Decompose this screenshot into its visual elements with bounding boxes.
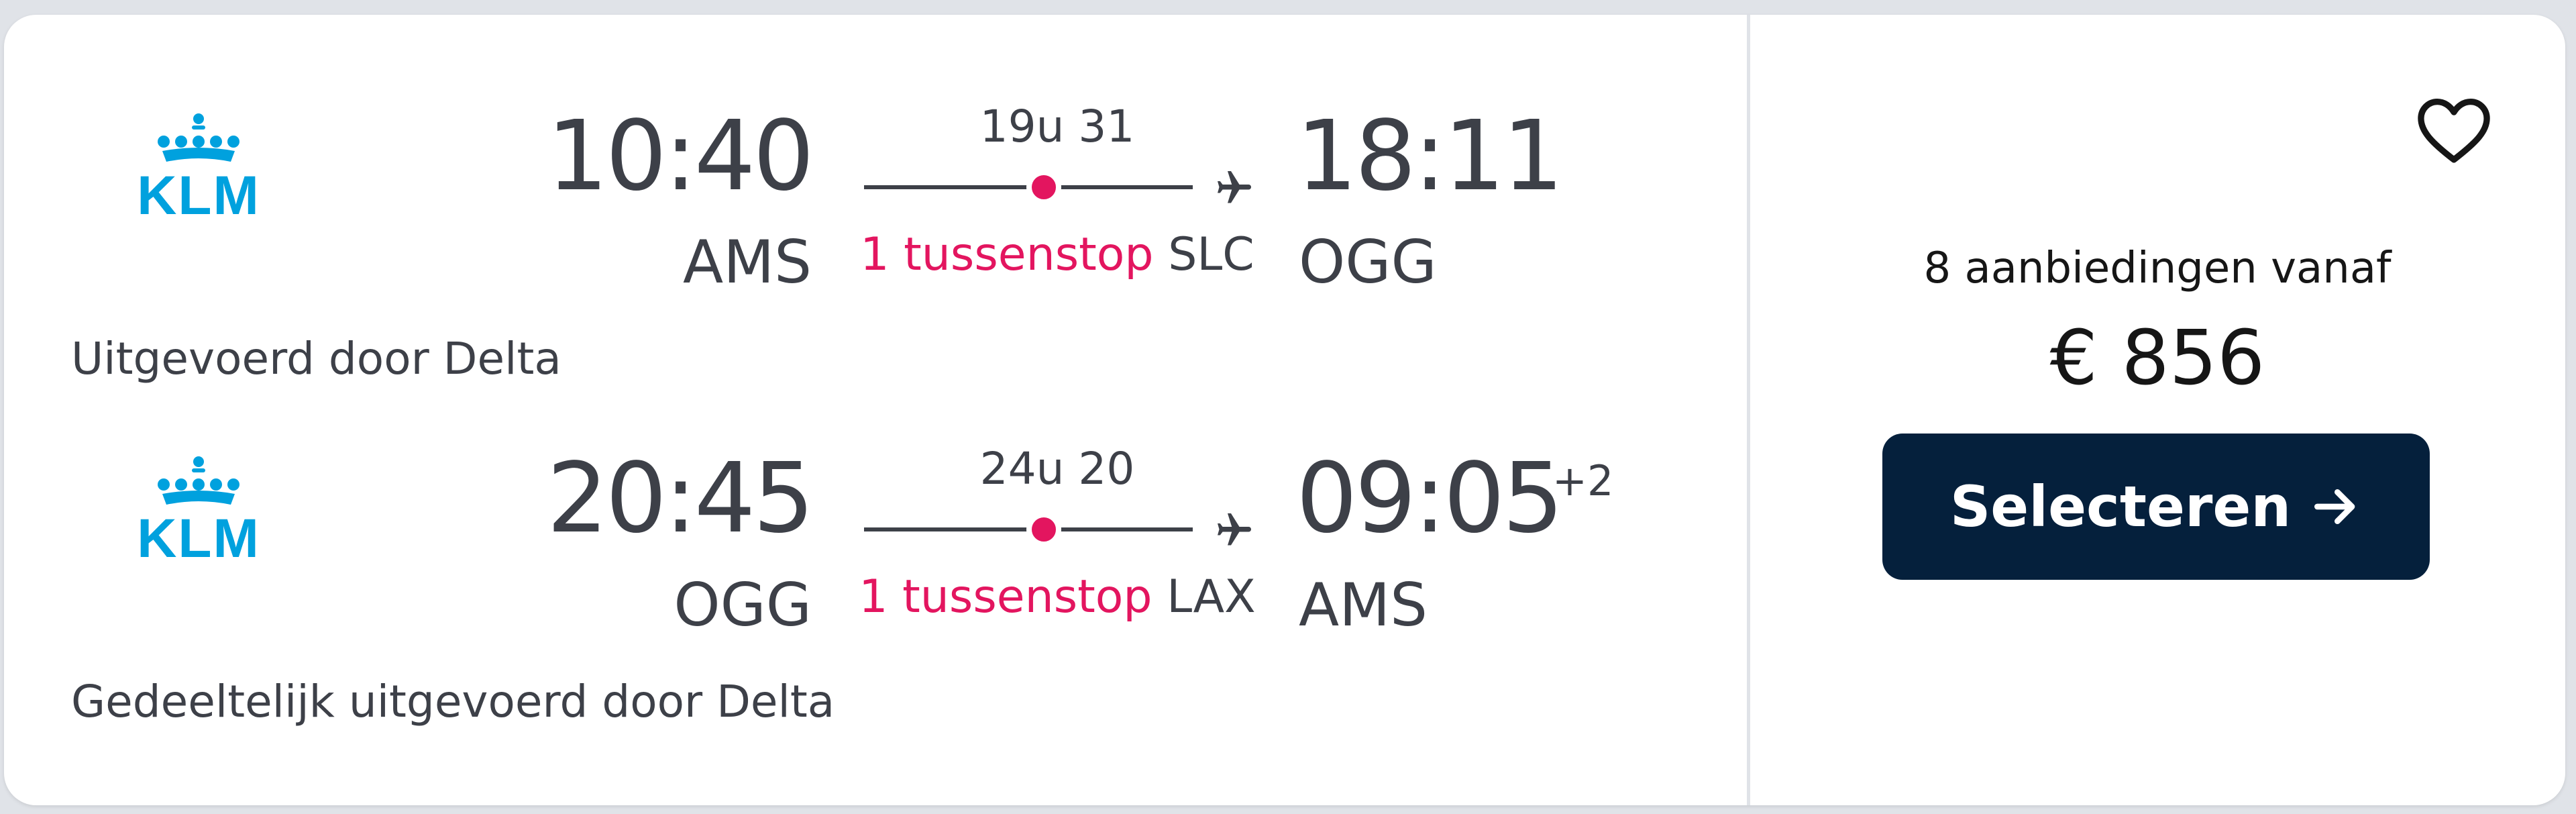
inbound-arrival-airport: AMS bbox=[1299, 570, 1428, 640]
airline-logo-text: KLM bbox=[137, 508, 260, 569]
inbound-stops-info: 1 tussenstop LAX bbox=[856, 574, 1258, 620]
outbound-arrival-time: 18:11 bbox=[1296, 99, 1564, 212]
outbound-stops-info: 1 tussenstop SLC bbox=[856, 232, 1258, 278]
select-button[interactable]: Selecteren bbox=[1882, 434, 2430, 580]
airline-logo-klm: KLM bbox=[111, 112, 286, 226]
card-divider bbox=[1747, 15, 1750, 805]
inbound-stops-count: 1 tussenstop bbox=[859, 570, 1152, 623]
offers-count-text: 8 aanbiedingen vanaf bbox=[1923, 244, 2392, 293]
heart-icon[interactable] bbox=[2412, 89, 2496, 172]
inbound-arrival-day-offset: +2 bbox=[1552, 456, 1614, 505]
plane-icon bbox=[1218, 171, 1251, 203]
airline-logo-klm: KLM bbox=[111, 455, 286, 569]
outbound-stops-count: 1 tussenstop bbox=[860, 228, 1154, 281]
outbound-departure-time: 10:40 bbox=[547, 99, 814, 212]
inbound-departure-time: 20:45 bbox=[547, 442, 814, 554]
outbound-stop-airport: SLC bbox=[1168, 228, 1254, 281]
inbound-operated-by: Gedeeltelijk uitgevoerd door Delta bbox=[71, 676, 835, 727]
flight-result-card[interactable]: KLM 10:40 AMS 19u 31 1 tussenstop SLC 18… bbox=[4, 15, 2565, 805]
plane-icon bbox=[1218, 513, 1251, 546]
inbound-stop-airport: LAX bbox=[1167, 570, 1256, 623]
inbound-duration: 24u 20 bbox=[979, 443, 1135, 495]
airline-logo-text: KLM bbox=[137, 165, 260, 226]
arrow-right-icon bbox=[2314, 489, 2355, 524]
outbound-stop-dot bbox=[1026, 170, 1061, 205]
outbound-duration: 19u 31 bbox=[979, 101, 1135, 152]
outbound-departure-airport: AMS bbox=[683, 227, 812, 297]
inbound-departure-airport: OGG bbox=[674, 570, 812, 640]
outbound-arrival-airport: OGG bbox=[1299, 227, 1437, 297]
price-value: € 856 bbox=[2049, 315, 2265, 402]
inbound-stop-dot bbox=[1026, 512, 1061, 547]
outbound-operated-by: Uitgevoerd door Delta bbox=[71, 333, 561, 385]
select-button-label: Selecteren bbox=[1949, 474, 2292, 540]
inbound-arrival-time: 09:05 bbox=[1296, 442, 1564, 554]
